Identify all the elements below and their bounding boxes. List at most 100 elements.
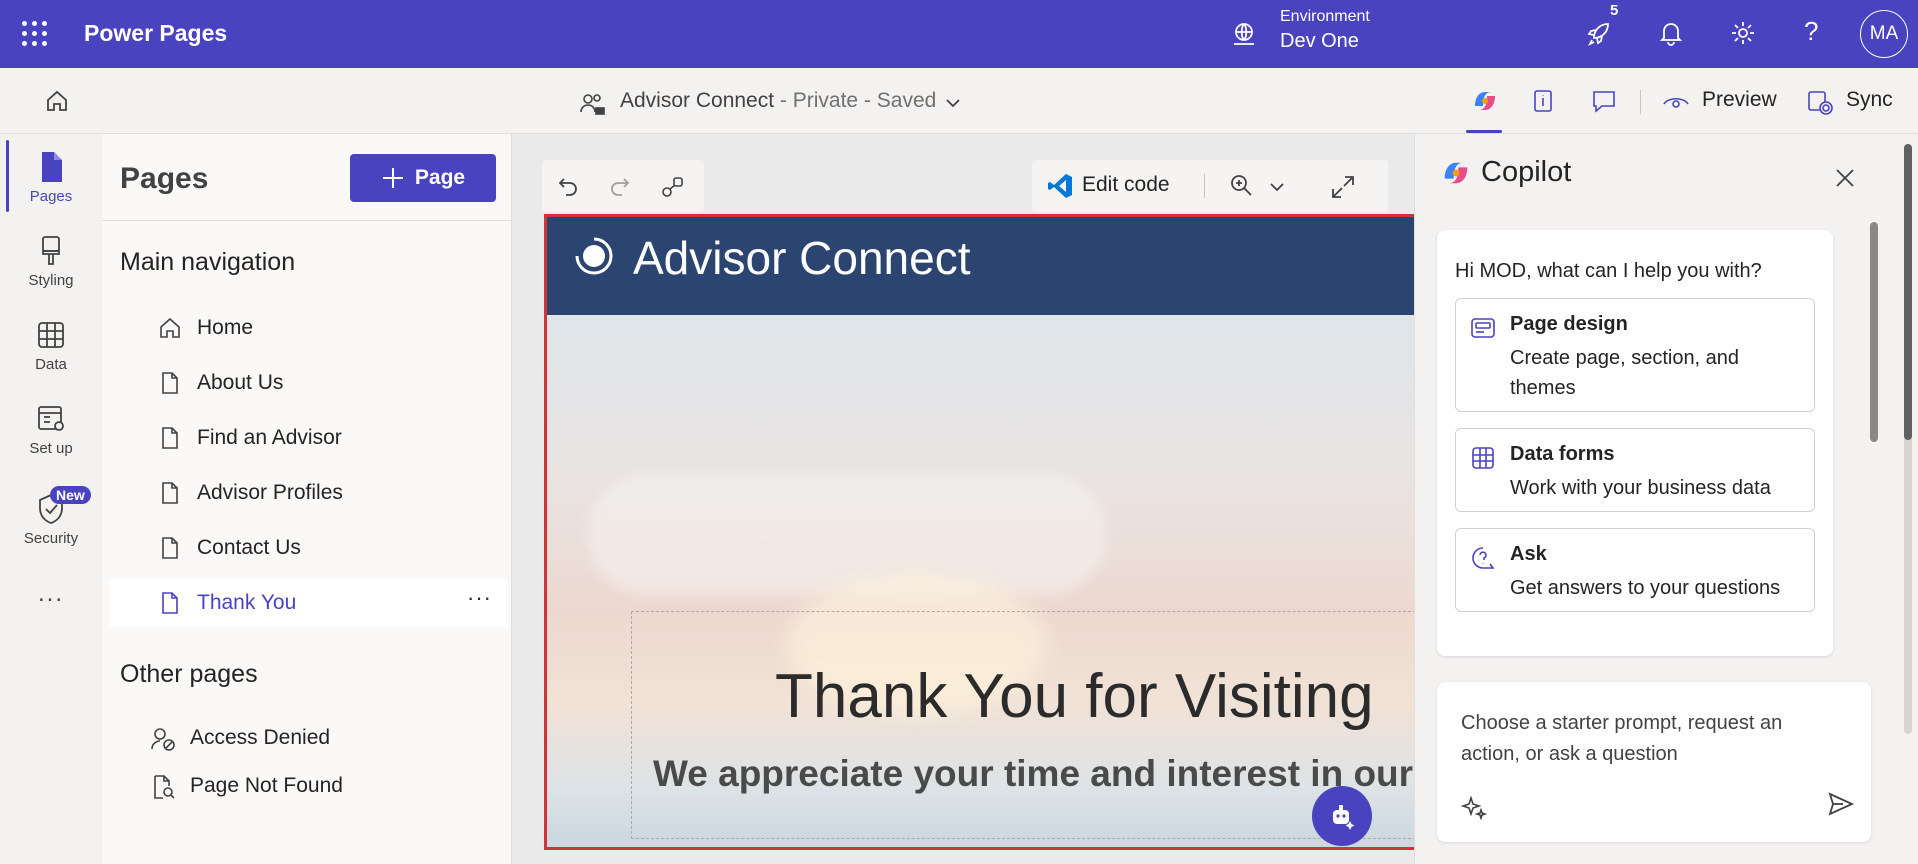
copilot-logo-icon [1444, 162, 1468, 184]
rail-label: Set up [29, 440, 73, 457]
app-name[interactable]: Power Pages [84, 20, 227, 47]
help-icon[interactable]: ? [1804, 16, 1818, 47]
suggestion-description: Get answers to your questions [1510, 577, 1781, 599]
left-rail: Pages Styling Data Set up New Security .… [0, 134, 102, 864]
site-header-title: Advisor Connect [633, 232, 971, 284]
nav-item-label: Page Not Found [190, 774, 343, 797]
nav-item-advisor-profiles[interactable]: Advisor Profiles [110, 469, 506, 517]
copilot-floating-button[interactable] [1312, 786, 1372, 846]
close-icon[interactable] [1833, 166, 1857, 190]
question-chat-icon [1472, 547, 1495, 569]
nav-item-find-an-advisor[interactable]: Find an Advisor [110, 414, 506, 462]
user-avatar[interactable]: MA [1860, 10, 1908, 58]
send-icon[interactable] [1827, 790, 1855, 818]
add-page-button[interactable]: Page [350, 154, 496, 202]
site-logo-icon [575, 237, 613, 275]
environment-value: Dev One [1280, 30, 1359, 52]
hero-title[interactable]: Thank You for Visiting [775, 661, 1374, 732]
page-icon [162, 427, 178, 449]
suggestion-description: Create page, section, and themes [1510, 347, 1740, 399]
sync-label: Sync [1846, 88, 1893, 111]
nav-item-label: Home [197, 316, 254, 339]
nav-item-label: Contact Us [197, 536, 301, 559]
suggestion-page-design[interactable]: Page design Create page, section, and th… [1455, 298, 1815, 412]
copilot-greeting: Hi MOD, what can I help you with? [1455, 260, 1762, 282]
nav-item-label: Advisor Profiles [197, 481, 343, 504]
copilot-input-placeholder: Choose a starter prompt, request an acti… [1461, 712, 1783, 765]
app-launcher-icon[interactable] [22, 21, 48, 47]
globe-icon [1234, 23, 1254, 45]
nav-item-contact-us[interactable]: Contact Us [110, 524, 506, 572]
redo-icon[interactable] [608, 174, 632, 198]
copilot-card-scrollbar-thumb[interactable] [1870, 222, 1878, 442]
divider [102, 220, 512, 221]
nav-item-label: Find an Advisor [197, 426, 342, 449]
comment-icon[interactable] [1590, 88, 1618, 114]
person-blocked-icon [151, 728, 175, 751]
copilot-title: Copilot [1481, 156, 1572, 188]
new-badge: New [50, 486, 91, 504]
site-name: Advisor Connect [620, 89, 775, 112]
suggestion-data-forms[interactable]: Data forms Work with your business data [1455, 428, 1815, 512]
suggestion-title: Data forms [1510, 443, 1615, 465]
rail-item-pages[interactable]: Pages [0, 150, 102, 205]
gear-icon[interactable] [1728, 18, 1758, 48]
hero-subtitle[interactable]: We appreciate your time and interest in … [653, 753, 1414, 795]
add-page-label: Page [414, 166, 466, 189]
rail-item-setup[interactable]: Set up [0, 402, 102, 457]
editor-toolbar: Edit code [1032, 160, 1388, 212]
site-header[interactable]: Advisor Connect [547, 217, 1414, 315]
copilot-welcome-card: Hi MOD, what can I help you with? Page d… [1437, 230, 1833, 656]
page-icon [162, 482, 178, 504]
chevron-down-icon [946, 99, 960, 108]
info-panel-icon[interactable] [1530, 88, 1556, 114]
nav-item-thank-you[interactable]: Thank You ··· [110, 579, 506, 627]
pane-title: Pages [120, 162, 209, 195]
main-navigation-heading: Main navigation [120, 248, 296, 276]
top-bar: Power Pages Environment Dev One 5 ? MA [0, 0, 1918, 68]
page-icon [162, 372, 178, 394]
nav-item-about-us[interactable]: About Us [110, 359, 506, 407]
nav-item-home[interactable]: Home [110, 304, 506, 352]
sparkle-icon[interactable] [1461, 794, 1487, 820]
site-preview[interactable]: Advisor Connect Thank You for Visiting W… [544, 214, 1414, 850]
brush-icon [42, 236, 60, 265]
site-people-icon [580, 94, 605, 115]
hero-section[interactable]: Thank You for Visiting We appreciate you… [547, 315, 1414, 847]
copilot-prompt-input[interactable]: Choose a starter prompt, request an acti… [1437, 682, 1871, 842]
copilot-panel: Copilot Hi MOD, what can I help you with… [1414, 134, 1918, 864]
rail-label: Pages [29, 188, 73, 205]
undo-redo-toolbar [542, 160, 704, 212]
component-tree-icon[interactable] [660, 174, 686, 200]
hero-background-cloud [587, 475, 1107, 595]
table-icon [38, 322, 64, 348]
bell-icon[interactable] [1656, 18, 1686, 48]
expand-icon[interactable] [1330, 174, 1356, 200]
pages-pane: Pages Page Main navigation Home About Us… [102, 134, 512, 864]
nav-item-label: About Us [197, 371, 284, 394]
nav-item-page-not-found[interactable]: Page Not Found [110, 764, 506, 808]
page-icon [162, 537, 178, 559]
divider [1640, 90, 1641, 114]
rail-item-data[interactable]: Data [0, 318, 102, 373]
site-status: - Private - Saved [774, 89, 937, 112]
rocket-icon[interactable] [1584, 18, 1614, 48]
undo-icon[interactable] [556, 174, 580, 198]
more-icon[interactable]: ... [0, 580, 102, 608]
plus-icon [382, 168, 403, 188]
suggestion-ask[interactable]: Ask Get answers to your questions [1455, 528, 1815, 612]
copilot-icon[interactable] [1470, 86, 1500, 116]
bot-sparkle-icon [1333, 805, 1355, 830]
rail-item-styling[interactable]: Styling [0, 234, 102, 289]
chevron-down-icon [1270, 183, 1284, 192]
suggestion-title: Page design [1510, 313, 1628, 335]
more-options-icon[interactable]: ··· [467, 585, 492, 611]
setup-icon [38, 406, 64, 431]
rail-item-security[interactable]: New Security [0, 486, 102, 547]
home-icon[interactable] [44, 88, 70, 114]
nav-item-access-denied[interactable]: Access Denied [110, 716, 506, 760]
suggestion-title: Ask [1510, 543, 1547, 565]
suggestion-description: Work with your business data [1510, 477, 1771, 499]
copilot-scrollbar-thumb[interactable] [1904, 144, 1912, 440]
copilot-tab-indicator [1466, 130, 1502, 133]
